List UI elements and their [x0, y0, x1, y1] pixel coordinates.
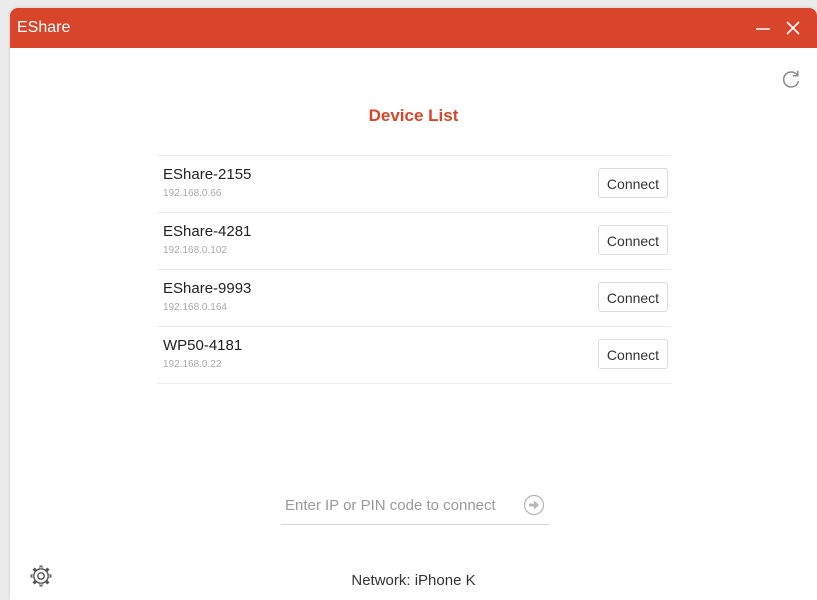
network-status: Network: iPhone K	[351, 572, 476, 589]
pin-entry	[281, 488, 549, 525]
device-name: EShare-4281	[163, 223, 252, 240]
app-window: EShare Device List EShare-2155 192.168.0…	[10, 8, 817, 600]
device-row: EShare-9993 192.168.0.164 Connect	[157, 270, 671, 327]
connect-button[interactable]: Connect	[598, 225, 668, 255]
ip-pin-input[interactable]	[285, 488, 517, 522]
connect-button[interactable]: Connect	[598, 168, 668, 198]
connect-button[interactable]: Connect	[598, 282, 668, 312]
device-list-title: Device List	[368, 106, 459, 125]
app-title: EShare	[17, 19, 71, 36]
minimize-icon	[756, 28, 770, 30]
arrow-right-circle-icon	[523, 494, 545, 516]
title-bar: EShare	[10, 8, 817, 48]
close-icon	[786, 21, 800, 35]
connect-button[interactable]: Connect	[598, 339, 668, 369]
device-ip: 192.168.0.22	[163, 359, 222, 370]
minimize-button[interactable]	[752, 17, 774, 39]
device-ip: 192.168.0.102	[163, 245, 227, 256]
device-name: EShare-2155	[163, 166, 252, 183]
pin-submit-button[interactable]	[523, 494, 545, 516]
close-button[interactable]	[782, 17, 804, 39]
device-ip: 192.168.0.164	[163, 302, 227, 313]
device-name: EShare-9993	[163, 280, 252, 297]
refresh-button[interactable]	[778, 66, 804, 92]
device-name: WP50-4181	[163, 337, 243, 354]
device-row: EShare-2155 192.168.0.66 Connect	[157, 156, 671, 213]
device-ip: 192.168.0.66	[163, 188, 222, 199]
refresh-icon	[782, 70, 800, 88]
device-row: EShare-4281 192.168.0.102 Connect	[157, 213, 671, 270]
device-row: WP50-4181 192.168.0.22 Connect	[157, 327, 671, 384]
device-list: EShare-2155 192.168.0.66 Connect EShare-…	[157, 155, 671, 384]
